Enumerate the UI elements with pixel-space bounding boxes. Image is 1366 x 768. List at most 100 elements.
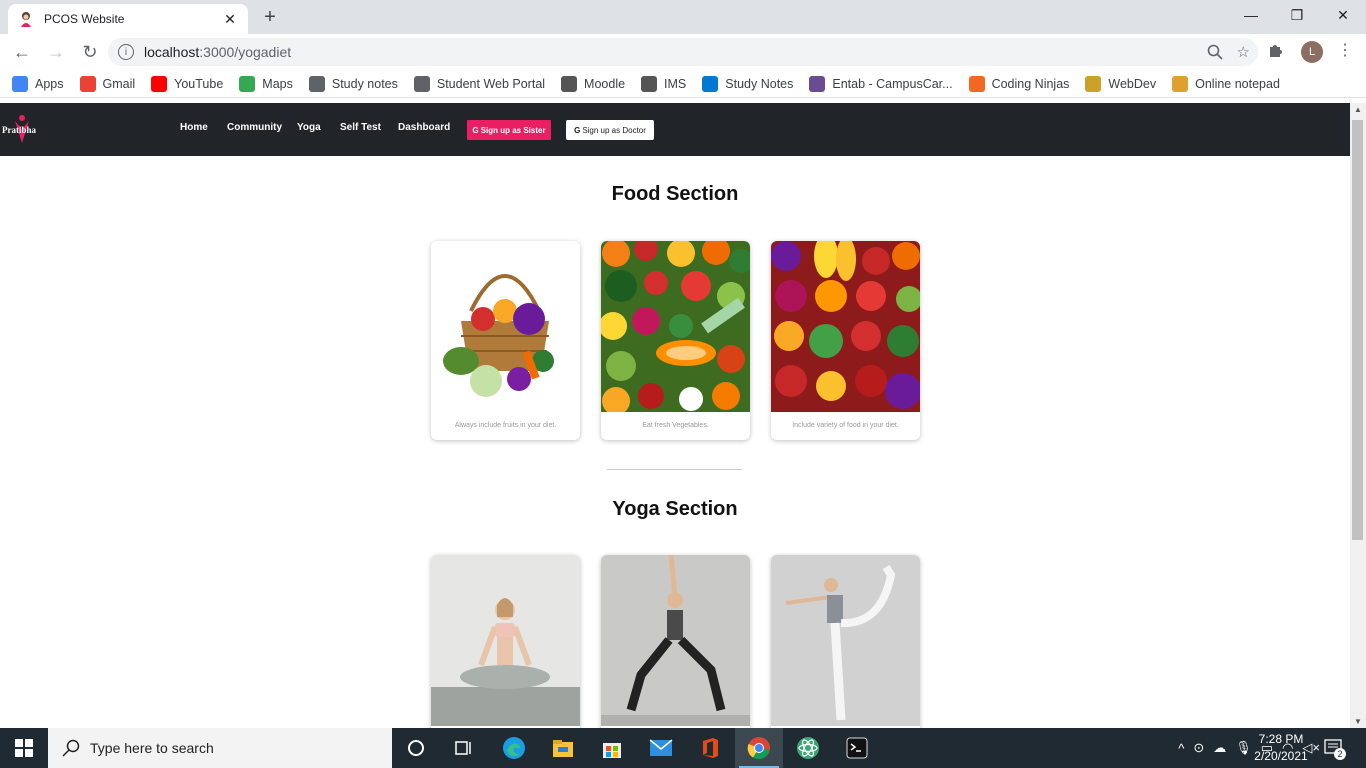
fruits-vegetables-spread-image	[601, 241, 750, 412]
profile-avatar[interactable]: L	[1301, 41, 1323, 63]
notepad-icon	[1172, 75, 1189, 92]
site-navbar: Pratibha Home Community Yoga Self Test D…	[0, 103, 1350, 156]
office-icon[interactable]	[686, 728, 734, 768]
food-card[interactable]: Eat fresh Vegetables.	[601, 241, 750, 440]
nav-dashboard[interactable]: Dashboard	[398, 122, 450, 133]
reload-icon[interactable]: ↻	[74, 36, 106, 68]
gmail-icon	[79, 75, 96, 92]
bookmark-item[interactable]: Maps	[239, 75, 293, 92]
bookmark-item[interactable]: Online notepad	[1172, 75, 1280, 92]
taskbar-clock[interactable]: 7:28 PM 2/20/2021	[1248, 731, 1314, 765]
file-explorer-icon[interactable]	[539, 728, 587, 768]
page-scrollbar[interactable]: ▲ ▼	[1350, 103, 1366, 728]
tab-title: PCOS Website	[44, 12, 125, 26]
site-info-icon[interactable]: i	[118, 44, 134, 60]
windows-taskbar: Type here to search ^ ⊙ ☁ 🎙 ▭ ◠ ◁× 7:28 …	[0, 728, 1366, 768]
bookmark-label: WebDev	[1108, 76, 1157, 91]
globe-icon	[413, 75, 430, 92]
cortana-icon[interactable]	[392, 728, 440, 768]
bookmark-item[interactable]: Study Notes	[702, 75, 794, 92]
meet-now-icon[interactable]: ⊙	[1193, 740, 1204, 756]
bookmark-label: Study Notes	[725, 76, 794, 91]
minimize-icon[interactable]: —	[1228, 0, 1274, 30]
onedrive-tray-icon[interactable]: ☁	[1213, 740, 1226, 756]
tab-close-icon[interactable]: ✕	[222, 11, 238, 27]
sign-up-sister-label: Sign up as Sister	[480, 125, 546, 135]
zoom-search-icon[interactable]	[1207, 44, 1223, 60]
address-bar[interactable]: i localhost:3000/yogadiet ☆	[108, 38, 1258, 66]
restore-icon[interactable]: ❐	[1274, 0, 1320, 30]
scrollbar-thumb[interactable]	[1352, 120, 1363, 540]
bookmark-item[interactable]: Student Web Portal	[413, 75, 546, 92]
bookmark-label: Apps	[35, 76, 64, 91]
bookmark-label: Moodle	[584, 76, 626, 91]
task-view-icon[interactable]	[440, 728, 488, 768]
browser-tab[interactable]: PCOS Website ✕	[8, 4, 248, 34]
show-hidden-icons-icon[interactable]: ^	[1178, 741, 1184, 756]
microsoft-store-icon[interactable]	[588, 728, 636, 768]
bookmark-item[interactable]: IMS	[641, 75, 687, 92]
sign-up-sister-button[interactable]: G Sign up as Sister	[467, 120, 551, 140]
nav-home[interactable]: Home	[180, 122, 208, 133]
notification-count: 2	[1334, 748, 1346, 760]
bookmarks-bar: Apps Gmail YouTube Maps Study notes Student W…	[0, 70, 1366, 98]
yoga-card[interactable]	[601, 555, 750, 728]
bookmark-item[interactable]: Apps	[12, 75, 64, 92]
bookmark-item[interactable]: Coding Ninjas	[968, 75, 1070, 92]
bookmark-label: Coding Ninjas	[991, 76, 1070, 91]
taskbar-search-placeholder: Type here to search	[90, 740, 214, 756]
maps-icon	[239, 75, 256, 92]
taskbar-search[interactable]: Type here to search	[48, 728, 392, 768]
browser-toolbar: ← → ↻ i localhost:3000/yogadiet ☆ L ⋮	[0, 34, 1366, 70]
colorful-produce-image	[771, 241, 920, 412]
sign-up-doctor-button[interactable]: G Sign up as Doctor	[566, 120, 654, 140]
nav-yoga[interactable]: Yoga	[297, 122, 321, 133]
windows-start-icon[interactable]	[0, 728, 48, 768]
scroll-up-icon[interactable]: ▲	[1354, 105, 1362, 114]
url-text: localhost:3000/yogadiet	[144, 44, 291, 60]
forward-icon[interactable]: →	[40, 36, 72, 68]
browser-tab-strip: PCOS Website ✕ + — ❐ ✕	[0, 0, 1366, 34]
scroll-down-icon[interactable]: ▼	[1354, 717, 1362, 726]
bookmark-label: Student Web Portal	[436, 76, 546, 91]
bookmark-label: Study notes	[331, 76, 398, 91]
terminal-icon[interactable]	[833, 728, 881, 768]
nav-community[interactable]: Community	[227, 122, 282, 133]
url-host: localhost	[144, 44, 200, 60]
google-g-icon: G	[472, 125, 479, 135]
bookmark-item[interactable]: WebDev	[1085, 75, 1157, 92]
edge-icon[interactable]	[490, 728, 538, 768]
warrior-pose-image	[601, 555, 750, 726]
browser-menu-icon[interactable]: ⋮	[1337, 40, 1353, 60]
onedrive-icon	[702, 75, 719, 92]
close-window-icon[interactable]: ✕	[1320, 0, 1366, 30]
bookmark-label: IMS	[664, 76, 687, 91]
mail-icon[interactable]	[637, 728, 685, 768]
tab-favicon-icon	[18, 11, 34, 27]
bookmark-item[interactable]: Moodle	[561, 75, 626, 92]
bookmark-item[interactable]: Study notes	[308, 75, 398, 92]
site-logo[interactable]: Pratibha	[2, 113, 46, 147]
bookmark-item[interactable]: Entab - CampusCar...	[809, 75, 953, 92]
bookmark-item[interactable]: Gmail	[79, 75, 135, 92]
taskbar-search-icon	[62, 739, 80, 757]
back-icon[interactable]: ←	[6, 36, 38, 68]
bookmark-item[interactable]: YouTube	[151, 75, 223, 92]
yoga-card[interactable]	[431, 555, 580, 728]
dancer-pose-image	[771, 555, 920, 726]
nav-self-test[interactable]: Self Test	[340, 122, 381, 133]
atom-editor-icon[interactable]	[784, 728, 832, 768]
yoga-card[interactable]	[771, 555, 920, 728]
moodle-icon	[561, 75, 578, 92]
chrome-icon[interactable]	[735, 728, 783, 768]
action-center-icon[interactable]: 2	[1322, 736, 1346, 760]
bookmark-label: Maps	[262, 76, 293, 91]
new-tab-icon[interactable]: +	[258, 6, 282, 28]
apps-grid-icon	[12, 75, 28, 92]
extensions-puzzle-icon[interactable]	[1268, 42, 1284, 58]
vegetable-basket-image	[431, 241, 580, 412]
food-card[interactable]: Include variety of food in your diet.	[771, 241, 920, 440]
food-card[interactable]: Always include fruits in your diet.	[431, 241, 580, 440]
clock-date: 2/20/2021	[1254, 749, 1308, 763]
bookmark-star-icon[interactable]: ☆	[1237, 43, 1250, 61]
